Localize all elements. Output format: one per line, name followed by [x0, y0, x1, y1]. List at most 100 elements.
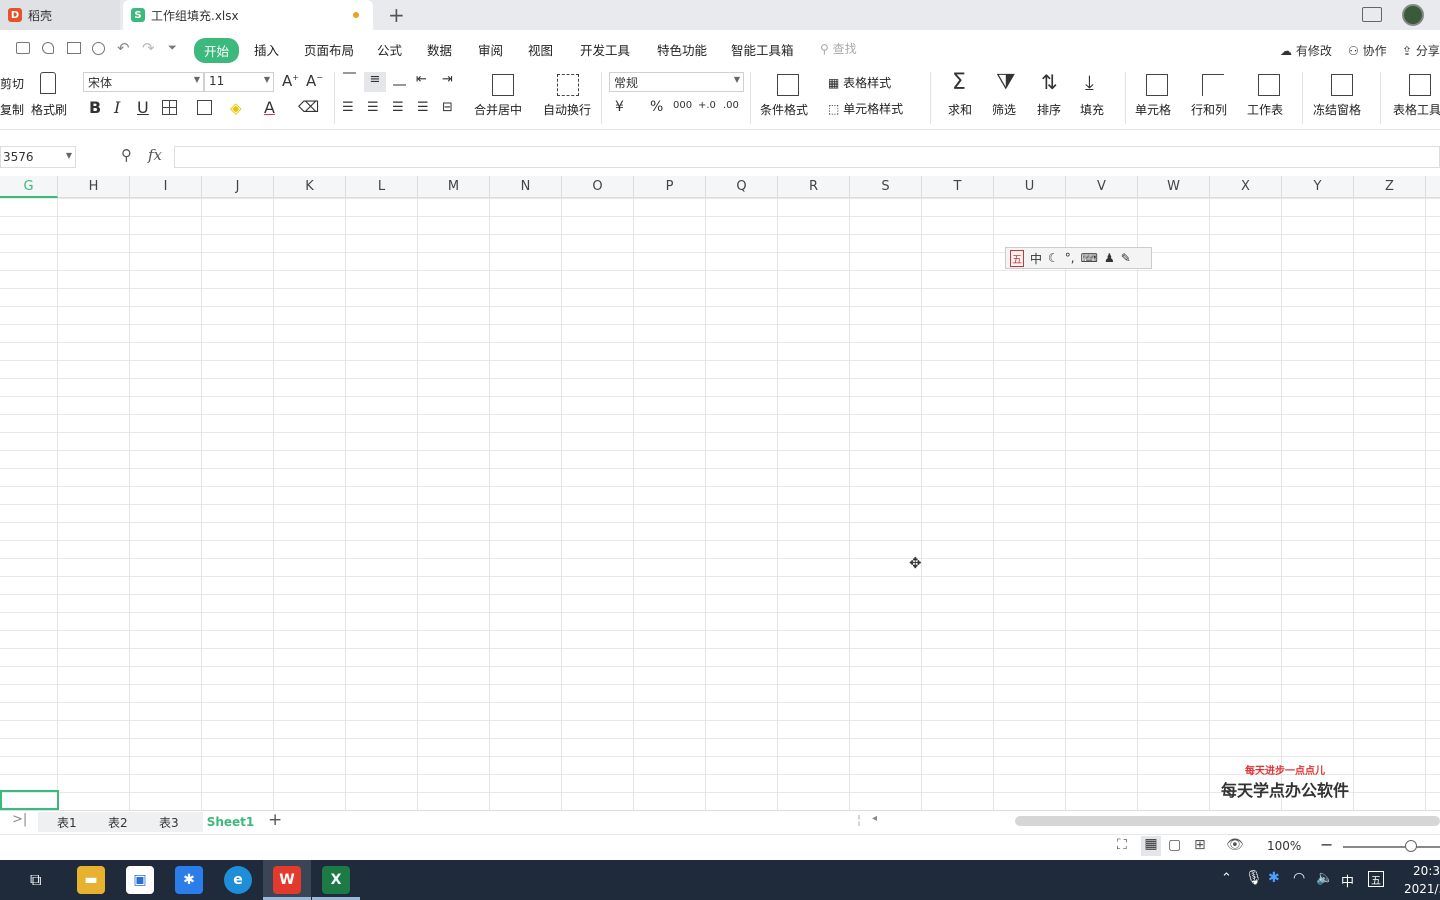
column-header-y[interactable]: Y	[1282, 176, 1354, 198]
column-header-p[interactable]: P	[634, 176, 706, 198]
ime-mode[interactable]: 中	[1030, 250, 1042, 267]
format-painter-button[interactable]: 格式刷	[31, 101, 67, 118]
add-sheet-button[interactable]: +	[268, 810, 282, 830]
align-top-icon[interactable]: ⎺	[343, 72, 356, 87]
column-header-m[interactable]: M	[418, 176, 490, 198]
freeze-button[interactable]: 冻结窗格	[1313, 101, 1361, 118]
menu-home[interactable]: 开始	[194, 38, 240, 63]
column-header-i[interactable]: I	[130, 176, 202, 198]
column-header-g[interactable]: G	[0, 176, 58, 198]
currency-icon[interactable]: ¥	[615, 99, 624, 115]
column-header-l[interactable]: L	[346, 176, 418, 198]
task-view-icon[interactable]: ⧉	[30, 870, 41, 890]
zoom-formula-icon[interactable]: ⚲	[121, 146, 132, 164]
window-layout-icon[interactable]	[1362, 7, 1382, 22]
bold-icon[interactable]: B	[89, 98, 101, 117]
user-icon[interactable]: ♟	[1104, 251, 1115, 265]
ime-indicator[interactable]: 五	[1368, 871, 1384, 887]
undo-icon[interactable]: ↶	[117, 39, 130, 57]
align-right-icon[interactable]: ☰	[392, 100, 404, 115]
print-preview-icon[interactable]	[92, 42, 105, 55]
menu-data[interactable]: 数据	[427, 40, 452, 59]
underline-icon[interactable]: U	[137, 98, 149, 117]
zoom-out-icon[interactable]: −	[1320, 835, 1333, 854]
cut-button[interactable]: 剪切	[0, 75, 24, 92]
keyboard-icon[interactable]: ⌨	[1081, 251, 1098, 265]
share-button[interactable]: ⇪ 分享	[1402, 42, 1440, 59]
eraser-icon[interactable]: ⌫	[298, 98, 319, 116]
fill-button[interactable]: 填充	[1080, 101, 1104, 118]
print-icon[interactable]	[67, 42, 81, 54]
outdent-icon[interactable]: ⇤	[416, 72, 427, 87]
file-explorer-icon[interactable]: ▬	[77, 866, 105, 894]
distribute-icon[interactable]: ⊟	[442, 100, 453, 115]
volume-icon[interactable]: 🔈	[1316, 870, 1333, 886]
border-icon[interactable]	[162, 100, 177, 115]
cell-style-button[interactable]: ⬚ 单元格样式	[828, 100, 903, 117]
sheet-tab-active[interactable]: Sheet1	[203, 812, 258, 832]
font-name-select[interactable]: 宋体 ▼	[83, 72, 204, 92]
align-center-icon[interactable]: ☰	[367, 100, 379, 115]
worksheet-button[interactable]: 工作表	[1247, 101, 1283, 118]
menu-features[interactable]: 特色功能	[657, 40, 707, 59]
language-indicator[interactable]: 中	[1341, 871, 1354, 890]
column-header-s[interactable]: S	[850, 176, 922, 198]
decimal-decrease-icon[interactable]: .00	[723, 100, 739, 111]
zoom-slider-thumb[interactable]	[1405, 840, 1417, 852]
name-box[interactable]: 3576 ▼	[0, 146, 76, 168]
eye-protect-icon[interactable]: 👁	[1226, 837, 1244, 853]
fx-icon[interactable]: fx	[148, 146, 162, 164]
column-header-v[interactable]: V	[1066, 176, 1138, 198]
split-handle[interactable]: ¦	[857, 813, 861, 827]
table-style-button[interactable]: ▦ 表格样式	[828, 74, 891, 91]
percent-icon[interactable]: %	[650, 99, 663, 115]
sheet-tab-3[interactable]: 表3	[159, 814, 179, 831]
menu-insert[interactable]: 插入	[254, 40, 279, 59]
column-header-n[interactable]: N	[490, 176, 562, 198]
copy-button[interactable]: 复制	[0, 101, 24, 118]
column-header-x[interactable]: X	[1210, 176, 1282, 198]
wrench-icon[interactable]: ✎	[1121, 251, 1131, 265]
export-icon[interactable]	[42, 42, 54, 54]
ime-toolbar[interactable]: 五 中 ☾ °, ⌨ ♟ ✎	[1005, 247, 1152, 269]
tray-chevron-icon[interactable]: ⌃	[1221, 871, 1232, 886]
column-header-r[interactable]: R	[778, 176, 850, 198]
font-grow-icon[interactable]: A+	[282, 72, 299, 90]
menu-smart-toolbox[interactable]: 智能工具箱	[731, 40, 794, 59]
font-size-select[interactable]: 11 ▼	[204, 72, 274, 92]
column-header-w[interactable]: W	[1138, 176, 1210, 198]
avatar[interactable]	[1402, 4, 1424, 26]
font-color-icon[interactable]: A	[264, 98, 275, 117]
table-tools-button[interactable]: 表格工具	[1393, 101, 1440, 118]
column-header-t[interactable]: T	[922, 176, 994, 198]
indent-icon[interactable]: ⇥	[442, 72, 453, 87]
fill-color-icon[interactable]: ◈	[230, 99, 242, 117]
justify-icon[interactable]: ☰	[417, 100, 429, 115]
pinned-app-icon[interactable]: ✱	[175, 866, 203, 894]
scroll-left-icon[interactable]: ◂	[872, 813, 877, 824]
align-middle-icon[interactable]: ≡	[364, 72, 386, 92]
horizontal-scrollbar[interactable]	[1015, 816, 1440, 826]
column-header-u[interactable]: U	[994, 176, 1066, 198]
fullscreen-icon[interactable]: ⛶	[1117, 837, 1127, 853]
rowcol-button[interactable]: 行和列	[1191, 101, 1227, 118]
column-header-h[interactable]: H	[58, 176, 130, 198]
filter-button[interactable]: 筛选	[992, 101, 1016, 118]
wrap-button[interactable]: 自动换行	[543, 101, 591, 118]
sheet-tab-1[interactable]: 表1	[57, 814, 77, 831]
column-header-o[interactable]: O	[562, 176, 634, 198]
punctuation-icon[interactable]: °,	[1065, 251, 1075, 265]
formula-input[interactable]	[174, 146, 1440, 168]
column-header-q[interactable]: Q	[706, 176, 778, 198]
align-left-icon[interactable]: ☰	[342, 100, 354, 115]
cell-button[interactable]: 单元格	[1135, 101, 1171, 118]
sheet-tab-2[interactable]: 表2	[108, 814, 128, 831]
clock[interactable]: 20:3 2021/3	[1404, 862, 1440, 898]
sheet-nav-icon[interactable]: >|	[12, 812, 27, 827]
tray-app-icon[interactable]: ✱	[1268, 870, 1280, 886]
font-shrink-icon[interactable]: A−	[306, 72, 323, 90]
zoom-level[interactable]: 100%	[1267, 839, 1301, 853]
menu-view[interactable]: 视图	[528, 40, 553, 59]
active-cell[interactable]	[0, 790, 59, 810]
decimal-increase-icon[interactable]: +.0	[698, 100, 716, 111]
